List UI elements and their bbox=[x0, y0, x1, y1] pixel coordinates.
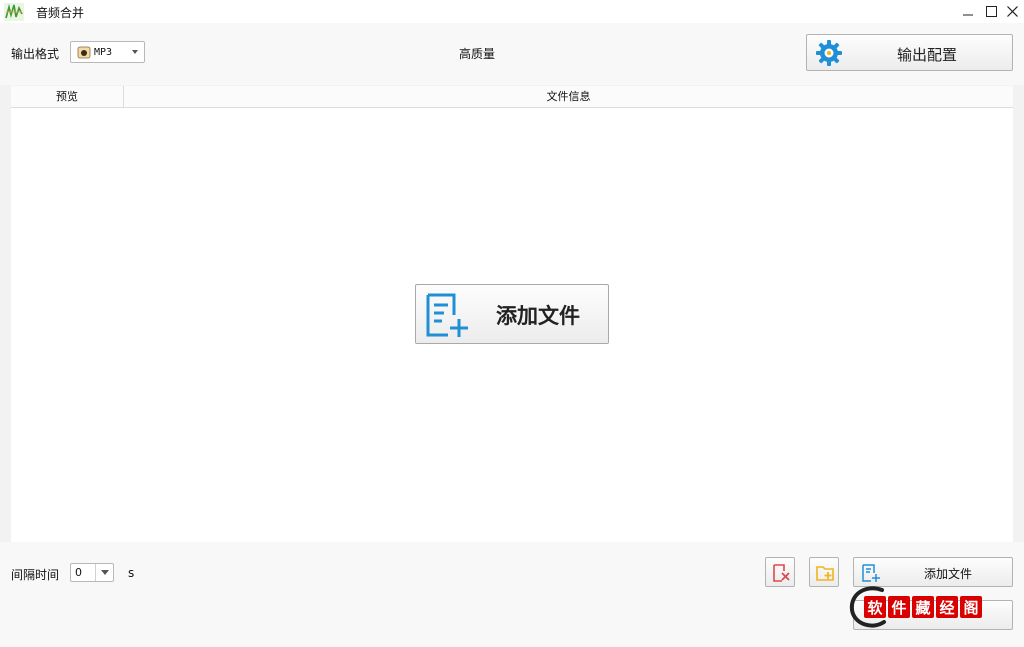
add-file-icon bbox=[426, 293, 468, 337]
add-file-center-label: 添加文件 bbox=[496, 303, 580, 328]
table-header: 预览 文件信息 bbox=[11, 86, 1013, 108]
chevron-down-icon bbox=[101, 570, 109, 575]
minimize-button[interactable] bbox=[957, 0, 979, 23]
file-list-table[interactable]: 预览 文件信息 添加文件 bbox=[11, 86, 1013, 542]
chevron-down-icon bbox=[132, 50, 138, 54]
column-header-preview[interactable]: 预览 bbox=[11, 86, 124, 108]
add-file-center-button[interactable]: 添加文件 bbox=[415, 284, 609, 344]
audio-merge-app-icon bbox=[4, 3, 24, 21]
output-format-value: MP3 bbox=[94, 46, 113, 58]
maximize-icon bbox=[985, 6, 997, 17]
quality-label: 高质量 bbox=[459, 47, 496, 61]
minimize-icon bbox=[963, 14, 973, 15]
interval-unit: s bbox=[128, 566, 135, 580]
gear-icon bbox=[816, 40, 842, 66]
interval-label: 间隔时间 bbox=[11, 568, 60, 582]
output-format-select[interactable]: MP3 bbox=[70, 41, 145, 63]
output-config-label: 输出配置 bbox=[897, 46, 958, 64]
add-folder-button[interactable] bbox=[809, 557, 839, 587]
watermark-seal: 软 件 藏 经 阁 bbox=[864, 596, 984, 620]
interval-value: 0 bbox=[75, 566, 82, 579]
title-bar: 音频合并 bbox=[0, 0, 1024, 23]
delete-file-button[interactable] bbox=[765, 557, 795, 587]
maximize-button[interactable] bbox=[980, 0, 1002, 23]
add-folder-icon bbox=[816, 566, 834, 581]
output-config-button[interactable]: 输出配置 bbox=[806, 34, 1013, 71]
toolbar: 输出格式 MP3 高质量 输出配置 bbox=[0, 23, 1024, 85]
column-header-file-info[interactable]: 文件信息 bbox=[124, 86, 1013, 108]
watermark-char: 软 bbox=[864, 596, 886, 618]
output-format-label: 输出格式 bbox=[11, 47, 60, 61]
watermark-char: 件 bbox=[888, 596, 910, 618]
close-icon bbox=[1006, 6, 1018, 17]
interval-select[interactable]: 0 bbox=[70, 563, 114, 582]
interval-dropdown-toggle[interactable] bbox=[95, 564, 113, 581]
window-title: 音频合并 bbox=[36, 6, 85, 20]
delete-file-icon bbox=[773, 564, 790, 582]
watermark-char: 阁 bbox=[960, 596, 982, 618]
watermark-char: 藏 bbox=[912, 596, 934, 618]
close-button[interactable] bbox=[1001, 0, 1023, 23]
watermark-char: 经 bbox=[936, 596, 958, 618]
watermark: 软 件 藏 经 阁 bbox=[848, 580, 988, 630]
mp3-file-icon bbox=[77, 46, 91, 58]
